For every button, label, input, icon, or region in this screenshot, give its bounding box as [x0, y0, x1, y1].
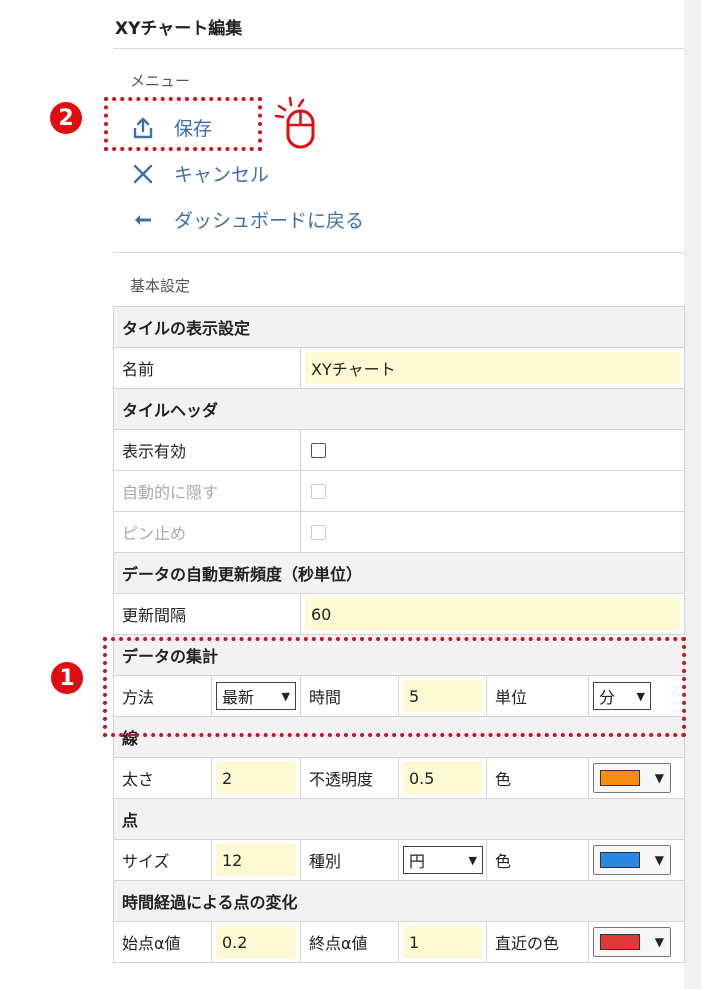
- cancel-button[interactable]: キャンセル: [130, 160, 269, 187]
- right-scroll-rail: [684, 0, 701, 989]
- start-alpha-label: 始点α値: [114, 922, 212, 962]
- recent-color-label: 直近の色: [487, 922, 589, 962]
- chevron-down-icon: ▼: [654, 853, 664, 867]
- opacity-input[interactable]: 0.5: [403, 762, 482, 794]
- pin-row: ピン止め: [113, 512, 685, 553]
- color-swatch: [600, 852, 640, 868]
- back-to-dashboard-label: ダッシュボードに戻る: [174, 210, 365, 232]
- display-enabled-label: 表示有効: [114, 430, 301, 470]
- line-width-input[interactable]: 2: [216, 762, 296, 794]
- divider: [113, 252, 685, 253]
- menu-caption: メニュー: [130, 72, 191, 90]
- step-badge-1: 1: [51, 662, 83, 694]
- opacity-label: 不透明度: [301, 758, 399, 798]
- autohide-row: 自動的に隠す: [113, 471, 685, 512]
- pin-checkbox[interactable]: [311, 524, 326, 540]
- save-highlight-box: [104, 97, 262, 151]
- point-kind-label: 種別: [301, 840, 399, 880]
- line-color-picker[interactable]: ▼: [593, 763, 671, 793]
- mouse-click-icon: [274, 96, 324, 150]
- point-color-picker[interactable]: ▼: [593, 845, 671, 875]
- autohide-checkbox[interactable]: [311, 483, 326, 499]
- point-row: サイズ 12 種別 円 ▼ 色 ▼: [113, 840, 685, 881]
- basic-settings-caption: 基本設定: [130, 277, 191, 295]
- point-header: 点: [113, 799, 685, 840]
- tile-display-header: タイルの表示設定: [113, 306, 685, 348]
- back-arrow-icon: [130, 207, 156, 233]
- end-alpha-label: 終点α値: [301, 922, 399, 962]
- page-title: XYチャート編集: [115, 19, 243, 39]
- time-change-header: 時間経過による点の変化: [113, 881, 685, 922]
- name-label: 名前: [114, 348, 301, 388]
- refresh-interval-input[interactable]: 60: [305, 598, 680, 630]
- color-swatch: [600, 934, 640, 950]
- line-width-label: 太さ: [114, 758, 212, 798]
- point-size-input[interactable]: 12: [216, 844, 296, 876]
- end-alpha-input[interactable]: 1: [403, 926, 482, 958]
- refresh-interval-row: 更新間隔 60: [113, 594, 685, 635]
- point-kind-select[interactable]: 円 ▼: [403, 846, 483, 874]
- refresh-header: データの自動更新頻度（秒単位）: [113, 553, 685, 594]
- point-size-label: サイズ: [114, 840, 212, 880]
- line-color-label: 色: [487, 758, 589, 798]
- display-enabled-row: 表示有効: [113, 430, 685, 471]
- refresh-interval-label: 更新間隔: [114, 594, 301, 634]
- chevron-down-icon: ▼: [654, 935, 664, 949]
- recent-color-picker[interactable]: ▼: [593, 927, 671, 957]
- point-color-label: 色: [487, 840, 589, 880]
- aggregate-highlight-box: [103, 637, 686, 737]
- point-kind-value: 円: [409, 852, 426, 871]
- divider: [113, 48, 685, 49]
- start-alpha-input[interactable]: 0.2: [216, 926, 296, 958]
- settings-table: タイルの表示設定 名前 XYチャート タイルヘッダ 表示有効 自動的に隠す ピン…: [113, 306, 685, 963]
- chevron-down-icon: ▼: [468, 853, 477, 867]
- tile-header-header: タイルヘッダ: [113, 389, 685, 430]
- color-swatch: [600, 770, 640, 786]
- step-badge-2: 2: [50, 102, 82, 134]
- back-to-dashboard-button[interactable]: ダッシュボードに戻る: [130, 206, 364, 233]
- name-input[interactable]: XYチャート: [305, 352, 680, 384]
- display-enabled-checkbox[interactable]: [311, 442, 326, 458]
- name-row: 名前 XYチャート: [113, 348, 685, 389]
- chevron-down-icon: ▼: [654, 771, 664, 785]
- autohide-label: 自動的に隠す: [114, 471, 301, 511]
- cancel-label: キャンセル: [174, 164, 270, 186]
- line-row: 太さ 2 不透明度 0.5 色 ▼: [113, 758, 685, 799]
- time-change-row: 始点α値 0.2 終点α値 1 直近の色 ▼: [113, 922, 685, 963]
- close-icon: [130, 161, 156, 187]
- pin-label: ピン止め: [114, 512, 301, 552]
